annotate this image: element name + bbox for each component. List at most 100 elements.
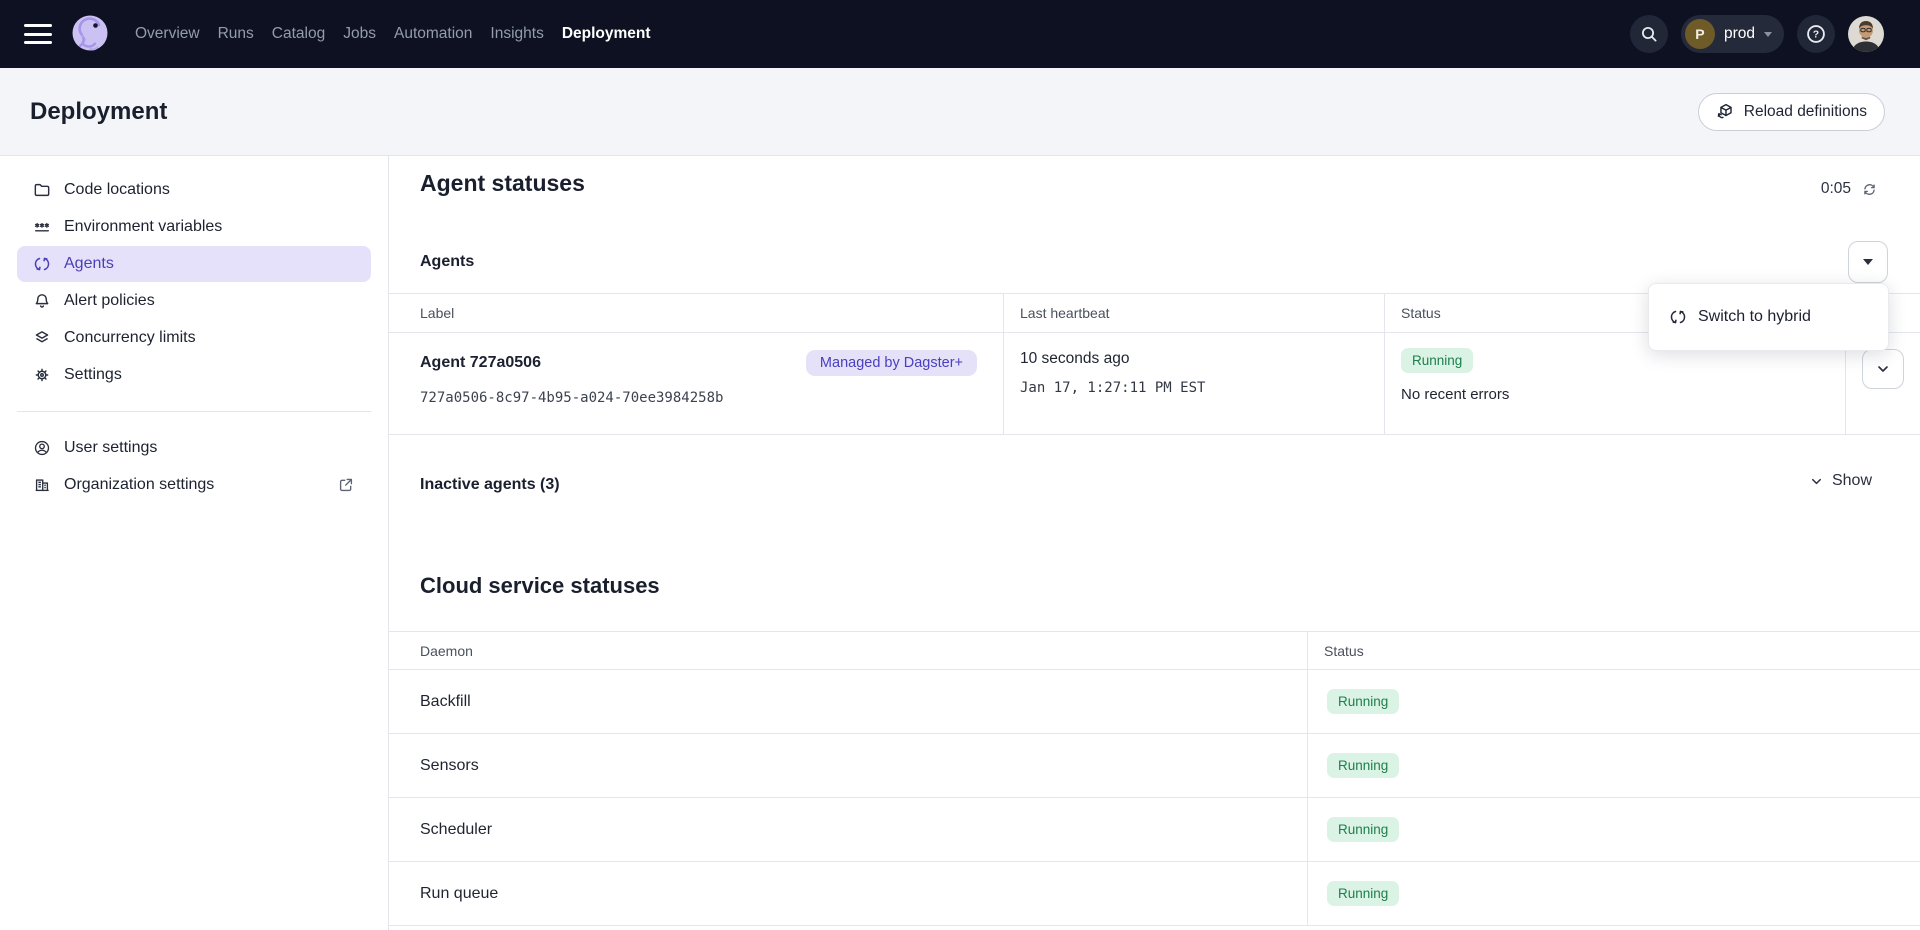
agents-actions-dropdown-button[interactable]: [1848, 241, 1888, 283]
gear-icon: [33, 366, 51, 384]
sidebar-item-label: Organization settings: [64, 476, 214, 494]
sidebar-item-environment-variables[interactable]: Environment variables: [17, 209, 371, 245]
nav-link-catalog[interactable]: Catalog: [263, 17, 334, 51]
agent-uuid: 727a0506-8c97-4b95-a024-70ee3984258b: [420, 390, 977, 406]
layers-icon: [33, 329, 51, 347]
sidebar-item-label: Environment variables: [64, 218, 222, 236]
agent-label-cell: Agent 727a0506 Managed by Dagster+ 727a0…: [389, 333, 1003, 434]
reload-definitions-icon: [1716, 102, 1735, 121]
sidebar-item-label: Agents: [64, 255, 114, 273]
column-header-status: Status: [1307, 632, 1920, 669]
daemon-row: Backfill Running: [389, 670, 1920, 734]
building-icon: [33, 476, 51, 494]
top-nav: Overview Runs Catalog Jobs Automation In…: [0, 0, 1920, 68]
org-avatar: P: [1685, 19, 1715, 49]
inactive-agents-heading: Inactive agents (3): [420, 476, 560, 494]
sidebar-item-label: Settings: [64, 366, 122, 384]
heartbeat-relative: 10 seconds ago: [1020, 350, 1368, 368]
user-icon: [33, 439, 51, 457]
nav-link-insights[interactable]: Insights: [481, 17, 552, 51]
dagster-logo[interactable]: [68, 12, 112, 56]
daemon-name: Run queue: [389, 862, 1307, 925]
nav-link-overview[interactable]: Overview: [126, 17, 209, 51]
sidebar-item-code-locations[interactable]: Code locations: [17, 172, 371, 208]
chevron-down-icon: [1764, 32, 1772, 37]
caret-down-icon: [1863, 259, 1873, 265]
sidebar-item-label: Concurrency limits: [64, 329, 196, 347]
page-header: Deployment Reload definitions: [0, 68, 1920, 156]
cloud-services-table: Daemon Status Backfill Running Sensors R…: [389, 631, 1920, 926]
daemon-row: Sensors Running: [389, 734, 1920, 798]
hamburger-menu-button[interactable]: [24, 24, 52, 44]
org-name: prod: [1724, 25, 1755, 43]
show-label: Show: [1832, 472, 1872, 490]
sidebar-item-label: Alert policies: [64, 292, 155, 310]
menu-item-switch-to-hybrid[interactable]: Switch to hybrid: [1698, 308, 1811, 326]
dagster-logo-icon: [68, 12, 112, 56]
env-vars-icon: [33, 218, 51, 236]
agents-actions-menu: Switch to hybrid: [1648, 283, 1889, 351]
refresh-icon[interactable]: [1861, 181, 1878, 198]
chevron-down-icon: [1809, 474, 1824, 489]
refresh-countdown: 0:05: [1821, 180, 1878, 198]
bell-icon: [33, 292, 51, 310]
column-header-label: Label: [389, 294, 1003, 332]
nav-right: P prod ?: [1630, 15, 1884, 53]
reload-definitions-label: Reload definitions: [1744, 103, 1867, 121]
heartbeat-timestamp: Jan 17, 1:27:11 PM EST: [1020, 380, 1368, 396]
daemon-row: Run queue Running: [389, 862, 1920, 926]
agent-heartbeat-cell: 10 seconds ago Jan 17, 1:27:11 PM EST: [1003, 333, 1384, 434]
status-badge: Running: [1327, 753, 1399, 778]
deployment-switcher[interactable]: P prod: [1681, 15, 1784, 53]
agent-icon: [33, 255, 51, 273]
cloud-service-statuses-heading: Cloud service statuses: [420, 573, 660, 599]
agent-icon: [1669, 308, 1687, 326]
sidebar-item-agents[interactable]: Agents: [17, 246, 371, 282]
status-badge: Running: [1327, 881, 1399, 906]
sidebar-item-settings[interactable]: Settings: [17, 357, 371, 393]
daemon-name: Sensors: [389, 734, 1307, 797]
nav-link-runs[interactable]: Runs: [209, 17, 263, 51]
deployment-sidebar: Code locations Environment variables Age…: [0, 156, 389, 930]
daemon-status-cell: Running: [1307, 862, 1920, 925]
agent-name: Agent 727a0506: [420, 354, 541, 372]
main-content: Agent statuses 0:05 Agents Label Last he…: [389, 156, 1920, 930]
page-title: Deployment: [30, 98, 167, 126]
nav-link-automation[interactable]: Automation: [385, 17, 481, 51]
help-button[interactable]: ?: [1797, 15, 1835, 53]
status-note: No recent errors: [1401, 386, 1829, 403]
sidebar-item-organization-settings[interactable]: Organization settings: [17, 467, 371, 503]
column-header-heartbeat: Last heartbeat: [1003, 294, 1384, 332]
svg-text:?: ?: [1813, 30, 1819, 41]
user-avatar-image: [1848, 16, 1884, 52]
agents-heading: Agents: [420, 253, 474, 271]
countdown-value: 0:05: [1821, 180, 1851, 198]
sidebar-item-user-settings[interactable]: User settings: [17, 430, 371, 466]
search-button[interactable]: [1630, 15, 1668, 53]
inactive-agents-show-toggle[interactable]: Show: [1809, 472, 1872, 490]
agents-section-header: Agents: [420, 240, 1888, 284]
nav-links: Overview Runs Catalog Jobs Automation In…: [126, 17, 660, 51]
sidebar-item-label: Code locations: [64, 181, 170, 199]
status-badge: Running: [1401, 348, 1473, 373]
chevron-down-icon: [1875, 361, 1891, 377]
managed-badge: Managed by Dagster+: [806, 350, 977, 376]
sidebar-divider: [17, 411, 371, 412]
status-badge: Running: [1327, 689, 1399, 714]
help-icon: ?: [1805, 23, 1827, 45]
cloud-table-header: Daemon Status: [389, 631, 1920, 670]
sidebar-item-label: User settings: [64, 439, 157, 457]
sidebar-item-alert-policies[interactable]: Alert policies: [17, 283, 371, 319]
nav-link-jobs[interactable]: Jobs: [334, 17, 385, 51]
column-header-daemon: Daemon: [389, 632, 1307, 669]
nav-link-deployment[interactable]: Deployment: [553, 17, 660, 51]
daemon-name: Backfill: [389, 670, 1307, 733]
agent-row-dropdown-button[interactable]: [1862, 349, 1904, 389]
daemon-status-cell: Running: [1307, 798, 1920, 861]
reload-definitions-button[interactable]: Reload definitions: [1698, 93, 1885, 131]
agent-statuses-heading: Agent statuses: [420, 170, 585, 197]
user-avatar[interactable]: [1848, 16, 1884, 52]
sidebar-item-concurrency-limits[interactable]: Concurrency limits: [17, 320, 371, 356]
daemon-name: Scheduler: [389, 798, 1307, 861]
daemon-row: Scheduler Running: [389, 798, 1920, 862]
